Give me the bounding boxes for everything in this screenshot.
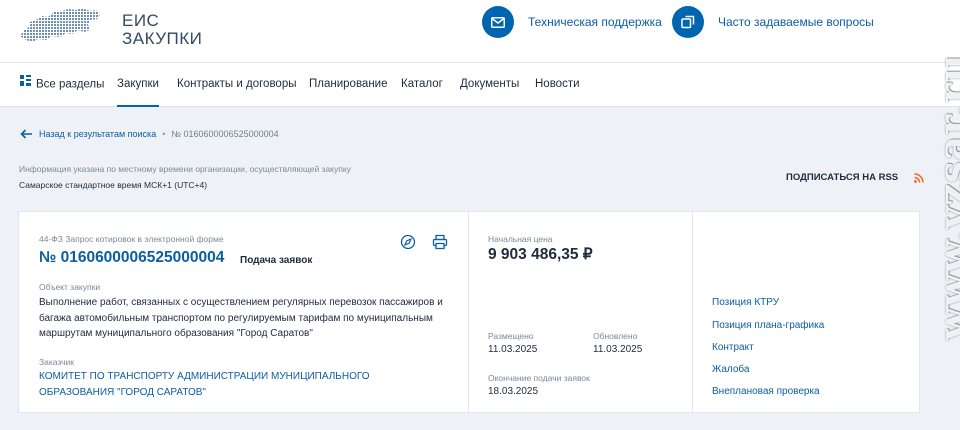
- back-label: Назад к результатам поиска: [39, 129, 157, 139]
- timezone-note: Информация указана по местному времени о…: [19, 164, 351, 174]
- compass-icon[interactable]: [400, 234, 416, 250]
- plan-schedule-link[interactable]: Позиция плана-графика: [712, 320, 824, 331]
- support-link[interactable]: Техническая поддержка: [482, 6, 662, 38]
- breadcrumb-separator: •: [162, 129, 166, 139]
- complaint-link[interactable]: Жалоба: [712, 364, 749, 375]
- price-label: Начальная цена: [488, 234, 553, 244]
- object-value: Выполнение работ, связанных с осуществле…: [39, 297, 443, 339]
- nav-item-label: Закупки: [117, 78, 159, 90]
- nav-item-contracts[interactable]: Контракты и договоры: [177, 63, 297, 106]
- nav-item-documents[interactable]: Документы: [460, 63, 519, 106]
- unscheduled-inspection-link[interactable]: Внеплановая проверка: [712, 386, 820, 397]
- russia-map-icon: [20, 8, 100, 42]
- nav-item-all-sections[interactable]: Все разделы: [20, 63, 104, 106]
- main-nav: Все разделы Закупки Контракты и договоры…: [0, 63, 960, 107]
- updated-label: Обновлено: [593, 331, 638, 341]
- mail-icon: [482, 6, 514, 38]
- breadcrumb-current: № 0160600006525000004: [171, 129, 279, 139]
- nav-item-planning[interactable]: Планирование: [309, 63, 387, 106]
- grid-icon: [20, 62, 31, 105]
- site-header: ЕИС ЗАКУПКИ Техническая поддержка Часто …: [0, 0, 960, 63]
- breadcrumb: Назад к результатам поиска • № 016060000…: [20, 127, 279, 141]
- object-label: Объект закупки: [39, 282, 101, 292]
- rss-subscribe-link[interactable]: ПОДПИСАТЬСЯ НА RSS: [786, 172, 924, 183]
- nav-item-label: Новости: [535, 78, 580, 90]
- procurement-card: 44-ФЗ Запрос котировок в электронной фор…: [18, 211, 920, 413]
- print-icon[interactable]: [432, 234, 448, 250]
- deadline-label: Окончание подачи заявок: [488, 373, 590, 383]
- nav-item-label: Документы: [460, 78, 520, 90]
- procurement-price-dates: Начальная цена 9 903 486,35 ₽ Размещено …: [469, 212, 693, 412]
- posted-value: 11.03.2025: [488, 344, 538, 355]
- timezone-value: Самарское стандартное время МСК+1 (UTC+4…: [19, 180, 208, 190]
- nav-item-label: Все разделы: [36, 78, 105, 91]
- contract-link[interactable]: Контракт: [712, 342, 754, 353]
- nav-item-news[interactable]: Новости: [535, 63, 580, 106]
- logo-line-2: ЗАКУПКИ: [122, 29, 203, 48]
- nav-item-purchases[interactable]: Закупки: [117, 63, 159, 107]
- watermark-text: www.vzsar.ru: [930, 53, 960, 340]
- faq-label: Часто задаваемые вопросы: [718, 15, 874, 29]
- nav-item-catalog[interactable]: Каталог: [401, 63, 443, 106]
- related-links: Позиция КТРУ Позиция плана-графика Контр…: [693, 212, 919, 412]
- eis-logo[interactable]: ЕИС ЗАКУПКИ: [18, 6, 208, 52]
- watermark: www.vzsar.ru: [906, 53, 960, 418]
- customer-label: Заказчик: [39, 357, 74, 367]
- arrow-left-icon: [20, 129, 32, 139]
- ktru-position-link[interactable]: Позиция КТРУ: [712, 297, 779, 308]
- logo-text: ЕИС ЗАКУПКИ: [122, 12, 202, 48]
- faq-icon: [672, 6, 704, 38]
- status-badge: Подача заявок: [240, 255, 313, 266]
- rss-label: ПОДПИСАТЬСЯ НА RSS: [786, 172, 899, 183]
- price-value: 9 903 486,35 ₽: [488, 246, 593, 263]
- registry-number-link[interactable]: № 0160600006525000004: [39, 249, 224, 267]
- back-to-results-link[interactable]: Назад к результатам поиска: [20, 129, 156, 139]
- nav-item-label: Планирование: [309, 78, 388, 90]
- logo-line-1: ЕИС: [122, 11, 160, 30]
- support-label: Техническая поддержка: [528, 15, 662, 29]
- posted-label: Размещено: [488, 331, 534, 341]
- procurement-type: 44-ФЗ Запрос котировок в электронной фор…: [39, 234, 224, 244]
- faq-link[interactable]: Часто задаваемые вопросы: [672, 6, 874, 38]
- procurement-main-info: 44-ФЗ Запрос котировок в электронной фор…: [19, 212, 469, 412]
- nav-item-label: Каталог: [401, 78, 443, 90]
- customer-link[interactable]: КОМИТЕТ ПО ТРАНСПОРТУ АДМИНИСТРАЦИИ МУНИ…: [39, 369, 439, 400]
- deadline-value: 18.03.2025: [488, 386, 539, 397]
- updated-value: 11.03.2025: [593, 344, 643, 355]
- nav-item-label: Контракты и договоры: [177, 78, 297, 90]
